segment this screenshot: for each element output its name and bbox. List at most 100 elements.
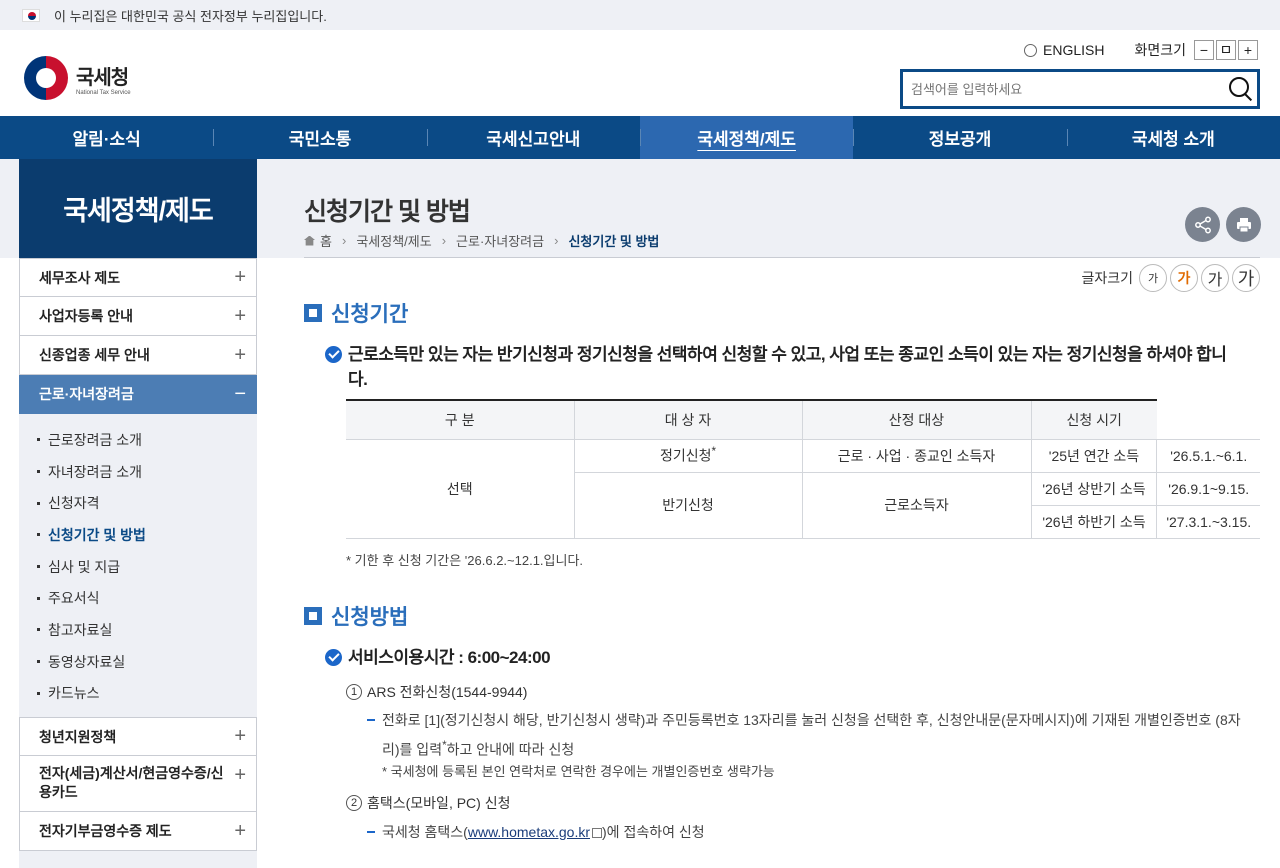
divider	[304, 257, 1260, 258]
globe-icon	[1024, 43, 1037, 57]
table-cell: 근로소득자	[801, 471, 1032, 539]
submenu-item-active[interactable]: 신청기간 및 방법	[37, 519, 257, 551]
number-badge: 2	[346, 795, 362, 811]
footnote-mark: *	[711, 445, 717, 459]
sidebar-item-label: 전자기부금영수증 제도	[39, 823, 172, 839]
sidebar-title: 국세정책/제도	[19, 159, 257, 258]
breadcrumb-label: 홈	[320, 234, 332, 249]
plus-icon: +	[234, 764, 246, 786]
submenu-item[interactable]: 신청자격	[37, 487, 257, 519]
hometax-link[interactable]: www.hometax.go.kr	[468, 824, 590, 840]
sidebar-item-donation-receipt[interactable]: 전자기부금영수증 제도 +	[19, 812, 257, 851]
table-cell: 정기신청*	[573, 438, 803, 473]
cell-text: 정기신청	[659, 447, 712, 464]
zoom-label: 화면크기	[1134, 42, 1186, 58]
breadcrumb-home[interactable]: 홈	[304, 231, 332, 250]
sidebar-item-label: 근로·자녀장려금	[39, 386, 134, 402]
submenu-item[interactable]: 카드뉴스	[37, 678, 257, 710]
font-size-large-button[interactable]: 가	[1201, 264, 1229, 292]
english-link[interactable]: ENGLISH	[1024, 42, 1104, 58]
external-link-icon	[592, 828, 603, 838]
submenu-item[interactable]: 심사 및 지급	[37, 551, 257, 583]
zoom-out-button[interactable]: −	[1194, 40, 1214, 60]
submenu-item[interactable]: 자녀장려금 소개	[37, 456, 257, 488]
nav-item-disclosure[interactable]: 정보공개	[853, 116, 1066, 159]
breadcrumb-item[interactable]: 국세정책/제도	[356, 231, 431, 250]
submenu-item[interactable]: 동영상자료실	[37, 646, 257, 678]
search-icon[interactable]	[1221, 72, 1257, 106]
nav-label: 국민소통	[288, 130, 352, 149]
sidebar-item-business-registration[interactable]: 사업자등록 안내 +	[19, 297, 257, 336]
section-heading-method: 신청방법	[304, 601, 408, 631]
nav-item-news[interactable]: 알림·소식	[0, 116, 213, 159]
breadcrumb-current: 신청기간 및 방법	[568, 234, 660, 249]
korea-flag-icon	[22, 8, 40, 22]
font-size-default-button[interactable]: 가	[1170, 264, 1198, 292]
home-icon	[304, 235, 315, 246]
sidebar-item-label: 전자(세금)계산서/현금영수증/신용카드	[39, 765, 224, 800]
table-cell: '26.9.1~9.15.	[1156, 471, 1260, 506]
zoom-in-button[interactable]: +	[1238, 40, 1258, 60]
gov-banner-text: 이 누리집은 대한민국 공식 전자정부 누리집입니다.	[54, 8, 327, 24]
table-header: 산정 대상	[801, 399, 1032, 440]
method-hometax-desc: 국세청 홈택스(www.hometax.go.kr)에 접속하여 신청	[367, 819, 1257, 845]
desc-text: )에 접속하여 신청	[602, 824, 705, 840]
submenu-item[interactable]: 근로장려금 소개	[37, 424, 257, 456]
nav-item-policy[interactable]: 국세정책/제도	[639, 116, 854, 159]
page-title: 신청기간 및 방법	[304, 198, 471, 226]
font-size-small-button[interactable]: 가	[1139, 264, 1167, 292]
nts-logo[interactable]: 국세청 National Tax Service	[24, 56, 131, 100]
table-cell: '26년 상반기 소득	[1030, 471, 1158, 506]
method-label: 홈택스(모바일, PC) 신청	[367, 795, 511, 811]
utility-bar: ENGLISH 화면크기 − ㅁ +	[1024, 40, 1258, 60]
table-cell: '25년 연간 소득	[1030, 438, 1158, 473]
submenu-item[interactable]: 주요서식	[37, 582, 257, 614]
method-hometax: 2 홈택스(모바일, PC) 신청	[346, 793, 510, 813]
square-bullet-icon	[304, 304, 322, 322]
search-input[interactable]	[903, 81, 1221, 97]
sidebar-item-e-invoice[interactable]: 전자(세금)계산서/현금영수증/신용카드 +	[19, 756, 257, 812]
method-label: ARS 전화신청(1544-9944)	[367, 684, 528, 700]
table-header: 대 상 자	[573, 399, 803, 440]
font-size-label: 글자크기	[1081, 270, 1133, 286]
sidebar-item-tax-audit[interactable]: 세무조사 제도 +	[19, 258, 257, 297]
chevron-right-icon: ›	[554, 233, 559, 248]
table-cell: 근로 · 사업 · 종교인 소득자	[801, 438, 1032, 473]
sidebar-item-label: 세무조사 제도	[39, 269, 121, 286]
english-label: ENGLISH	[1043, 42, 1105, 58]
period-table: 구 분 대 상 자 산정 대상 신청 시기 선택 정기신청* 근로 · 사업 ·…	[346, 399, 1260, 539]
sidebar-item-youth[interactable]: 청년지원정책 +	[19, 717, 257, 756]
table-cell: '26.5.1.~6.1.	[1156, 438, 1260, 473]
print-button[interactable]	[1226, 207, 1261, 242]
sidebar-item-eitc[interactable]: 근로·자녀장려금 −	[19, 375, 257, 414]
plus-icon: +	[234, 304, 246, 327]
table-cell: '26년 하반기 소득	[1031, 504, 1158, 539]
submenu-item[interactable]: 참고자료실	[37, 614, 257, 646]
zoom-reset-button[interactable]: ㅁ	[1216, 40, 1236, 60]
sidebar-item-label: 사업자등록 안내	[39, 308, 134, 324]
desc-text: 하고 안내에 따라 신청	[446, 741, 575, 758]
plus-icon: +	[234, 266, 246, 288]
nav-label: 국세정책/제도	[697, 130, 796, 149]
plus-icon: +	[234, 819, 246, 842]
share-button[interactable]	[1185, 207, 1220, 242]
search-box	[900, 69, 1260, 109]
chevron-right-icon: ›	[441, 233, 447, 248]
sidebar: 세무조사 제도 + 사업자등록 안내 + 신종업종 세무 안내 + 근로·자녀장려금 −…	[19, 258, 257, 868]
method-ars: 1 ARS 전화신청(1544-9944)	[346, 682, 527, 702]
sidebar-submenu: 근로장려금 소개 자녀장려금 소개 신청자격 신청기간 및 방법 심사 및 지급…	[19, 414, 257, 717]
breadcrumb: 홈 › 국세정책/제도 › 근로·자녀장려금 › 신청기간 및 방법	[304, 231, 659, 250]
sidebar-item-new-industry[interactable]: 신종업종 세무 안내 +	[19, 336, 257, 375]
nav-item-communication[interactable]: 국민소통	[213, 116, 426, 159]
font-size-xlarge-button[interactable]: 가	[1232, 264, 1260, 292]
breadcrumb-item[interactable]: 근로·자녀장려금	[456, 231, 544, 250]
table-cell: 선택	[346, 438, 575, 539]
nav-label: 정보공개	[928, 130, 992, 149]
print-icon	[1236, 217, 1251, 232]
late-application-note: * 기한 후 신청 기간은 '26.6.2.~12.1.입니다.	[346, 553, 584, 568]
sidebar-item-label: 신종업종 세무 안내	[39, 347, 150, 363]
nav-item-filing-guide[interactable]: 국세신고안내	[426, 116, 640, 159]
nav-item-about[interactable]: 국세청 소개	[1066, 116, 1280, 159]
nav-label: 국세청 소개	[1131, 130, 1215, 149]
logo-text: 국세청	[76, 66, 129, 89]
